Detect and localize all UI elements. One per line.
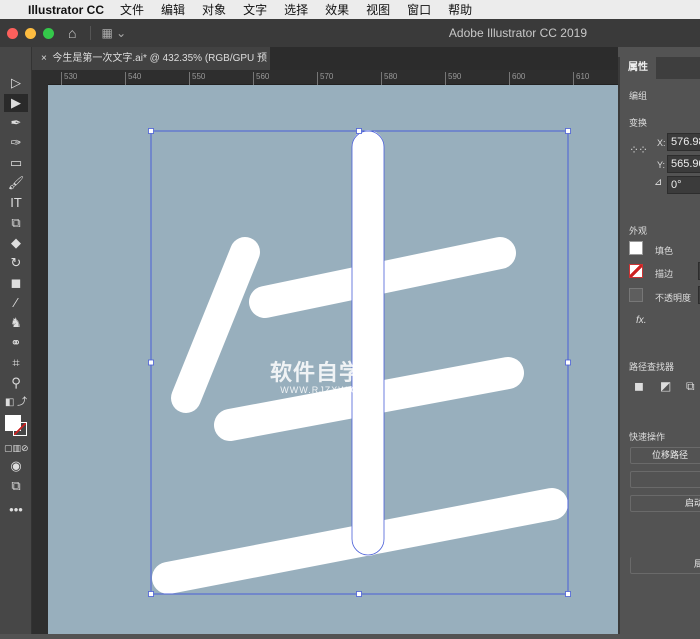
ruler-tick: 560 xyxy=(253,72,269,85)
eraser-tool-icon[interactable]: ◆ xyxy=(4,234,28,252)
x-label: X: xyxy=(657,138,666,148)
quick-actions-heading: 快速操作 xyxy=(629,432,666,442)
menu-type[interactable]: 文字 xyxy=(243,1,267,18)
swap-colors-icon[interactable]: ◧ ⤴ xyxy=(4,394,28,412)
launch-button[interactable]: 启动 xyxy=(630,495,700,512)
screen-mode-icon[interactable]: ⧉ xyxy=(4,477,28,495)
opacity-icon xyxy=(629,288,643,302)
menu-app[interactable]: Illustrator CC xyxy=(28,3,104,17)
artboard-tool-icon[interactable]: ⌗ xyxy=(4,354,28,372)
watermark-title: 软件自学网 xyxy=(270,360,386,385)
ruler-tick: 540 xyxy=(125,72,141,85)
fill-swatch-panel[interactable] xyxy=(629,241,643,255)
horizontal-ruler[interactable]: 530 540 550 560 570 580 590 600 610 xyxy=(48,70,618,85)
y-input[interactable]: 565.90 xyxy=(667,155,700,173)
paintbrush-tool-icon[interactable]: 🖌 xyxy=(4,174,28,192)
selection-tool-icon[interactable]: ▷ xyxy=(4,74,28,92)
group-label: 编组 xyxy=(629,91,648,101)
stroke-swatch[interactable] xyxy=(13,422,27,436)
workspace-switcher-icon[interactable]: ▦ ⌄ xyxy=(90,26,126,40)
appearance-heading: 外观 xyxy=(629,226,648,236)
fill-label: 填色 xyxy=(655,246,674,256)
reference-point-icon[interactable]: ⁘⁘ xyxy=(629,143,648,157)
menu-help[interactable]: 帮助 xyxy=(448,1,472,18)
unite-icon[interactable]: ◼ xyxy=(634,379,644,393)
ruler-tick: 600 xyxy=(509,72,525,85)
y-label: Y: xyxy=(657,160,666,170)
draw-mode-icon[interactable]: ◉ xyxy=(4,457,28,475)
direct-selection-tool-icon[interactable]: ▶ xyxy=(4,94,28,112)
rotate-input[interactable]: 0° xyxy=(667,176,700,194)
curvature-tool-icon[interactable]: ✑ xyxy=(4,134,28,152)
menu-effect[interactable]: 效果 xyxy=(325,1,349,18)
menu-object[interactable]: 对象 xyxy=(202,1,226,18)
x-input[interactable]: 576.98 xyxy=(667,133,700,151)
quick-action-button[interactable]: I xyxy=(630,471,700,488)
close-tab-icon[interactable]: × xyxy=(41,53,52,64)
rotate-angle-icon: ⊿ xyxy=(654,177,663,188)
watermark: 软件自学网 WWW.RJZXW.COM xyxy=(270,355,385,395)
layout-button[interactable]: 局 xyxy=(630,557,700,574)
window-title: Adobe Illustrator CC 2019 xyxy=(448,26,587,40)
ruler-tick: 610 xyxy=(573,72,589,85)
ruler-tick: 570 xyxy=(317,72,333,85)
menu-file[interactable]: 文件 xyxy=(120,1,144,18)
document-tab-bar: × 今生是第一次文字.ai* @ 432.35% (RGB/GPU 预览) xyxy=(32,47,618,87)
stroke-left-dot[interactable] xyxy=(171,237,260,413)
gradient-tool-icon[interactable]: ◼ xyxy=(4,274,28,292)
zoom-tool-icon[interactable]: ⚲ xyxy=(4,374,28,392)
puppet-warp-tool-icon[interactable]: ♞ xyxy=(4,314,28,332)
ruler-tick: 550 xyxy=(189,72,205,85)
tab-properties[interactable]: 属性 xyxy=(620,57,656,79)
color-mode-icons[interactable]: ▢▥⊘ xyxy=(4,439,29,457)
home-icon[interactable]: ⌂ xyxy=(68,25,76,41)
minimize-window-button[interactable] xyxy=(25,27,36,39)
opacity-label: 不透明度 xyxy=(655,293,692,303)
stroke-label: 描边 xyxy=(655,269,674,279)
offset-path-button[interactable]: 位移路径 xyxy=(630,447,700,464)
pathfinder-heading: 路径查找器 xyxy=(629,362,675,372)
watermark-url: WWW.RJZXW.COM xyxy=(280,385,375,395)
menu-window[interactable]: 窗口 xyxy=(407,1,431,18)
menu-edit[interactable]: 编辑 xyxy=(161,1,185,18)
shape-builder-tool-icon[interactable]: ⚭ xyxy=(4,334,28,352)
pen-tool-icon[interactable]: ✒ xyxy=(4,114,28,132)
lasso-tool-icon[interactable]: ↻ xyxy=(4,254,28,272)
properties-panel: 属性 编组 变换 ⁘⁘ X: 576.98 Y: 565.90 ⊿ 0° 外观 … xyxy=(618,57,700,634)
ruler-tick: 580 xyxy=(381,72,397,85)
minus-front-icon[interactable]: ◩ xyxy=(660,379,671,393)
menu-select[interactable]: 选择 xyxy=(284,1,308,18)
title-bar: ⌂ ▦ ⌄ Adobe Illustrator CC 2019 xyxy=(0,19,700,47)
more-tools-icon[interactable]: ••• xyxy=(4,501,28,519)
eyedropper-tool-icon[interactable]: ⁄ xyxy=(4,294,28,312)
ruler-tick: 590 xyxy=(445,72,461,85)
close-window-button[interactable] xyxy=(7,27,18,39)
scale-tool-icon[interactable]: ⧉ xyxy=(4,214,28,232)
vertical-ruler[interactable] xyxy=(32,70,48,634)
fx-icon[interactable]: fx. xyxy=(636,315,647,326)
stroke-swatch-panel[interactable] xyxy=(629,264,643,278)
menu-bar: Illustrator CC 文件 编辑 对象 文字 选择 效果 视图 窗口 帮… xyxy=(0,0,700,19)
tools-panel: ▷ ▶ ✒ ✑ ▭ 🖌 IT ⧉ ◆ ↻ ◼ ⁄ ♞ ⚭ ⌗ ⚲ ◧ ⤴ ▢▥⊘… xyxy=(0,47,32,634)
menu-view[interactable]: 视图 xyxy=(366,1,390,18)
type-tool-icon[interactable]: IT xyxy=(4,194,28,212)
document-tab[interactable]: × 今生是第一次文字.ai* @ 432.35% (RGB/GPU 预览) xyxy=(32,47,270,87)
rectangle-tool-icon[interactable]: ▭ xyxy=(4,154,28,172)
maximize-window-button[interactable] xyxy=(43,27,54,39)
transform-heading: 变换 xyxy=(629,118,648,128)
ruler-tick: 530 xyxy=(61,72,77,85)
intersect-icon[interactable]: ⧉ xyxy=(686,379,695,394)
